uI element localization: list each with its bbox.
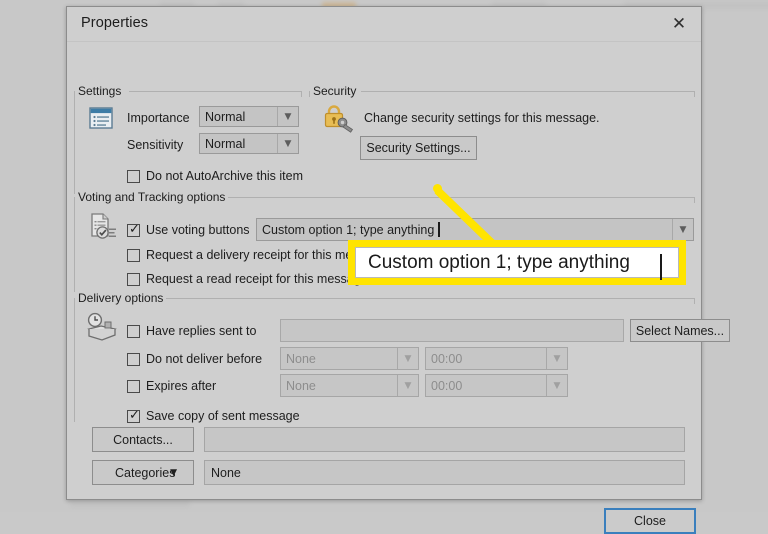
importance-select[interactable]: Normal ▼	[199, 106, 299, 127]
have-replies-sent-to-checkbox[interactable]	[127, 325, 140, 338]
chevron-down-icon: ▼	[397, 348, 418, 369]
do-not-deliver-before-checkbox[interactable]	[127, 353, 140, 366]
security-group-label: Security	[310, 84, 360, 98]
importance-label: Importance	[127, 111, 190, 125]
check-icon: ✓	[129, 222, 140, 237]
sensitivity-select[interactable]: Normal ▼	[199, 133, 299, 154]
delivery-group-rule	[163, 298, 694, 299]
save-copy-checkbox[interactable]: ✓	[127, 408, 140, 423]
save-copy-label: Save copy of sent message	[146, 409, 300, 423]
sensitivity-label: Sensitivity	[127, 138, 184, 152]
autoarchive-label: Do not AutoArchive this item	[146, 169, 304, 183]
categories-label: Categories	[115, 465, 176, 480]
contacts-label: Contacts...	[113, 432, 173, 447]
sensitivity-value: Normal	[205, 136, 246, 151]
annotation-text-cursor	[660, 254, 662, 280]
do-not-deliver-before-date[interactable]: None ▼	[280, 347, 419, 370]
lock-key-icon	[322, 103, 356, 140]
voting-group-rule	[223, 197, 694, 198]
voting-group-tick	[74, 197, 75, 292]
contacts-button[interactable]: Contacts...	[92, 427, 194, 452]
voting-buttons-value: Custom option 1; type anything	[262, 222, 435, 237]
do-not-deliver-before-time[interactable]: 00:00 ▼	[425, 347, 568, 370]
security-settings-button[interactable]: Security Settings...	[360, 136, 477, 160]
have-replies-sent-to-label: Have replies sent to	[146, 324, 257, 338]
security-description: Change security settings for this messag…	[364, 111, 600, 125]
select-names-label: Select Names...	[635, 323, 725, 338]
annotation-callout: Custom option 1; type anything	[348, 240, 686, 285]
screenshot-root: Properties ✕ Settings Importance Normal …	[0, 0, 768, 534]
annotation-callout-inner: Custom option 1; type anything	[355, 247, 679, 280]
chevron-down-icon: ▼	[277, 107, 298, 126]
expires-after-date-value: None	[286, 378, 316, 393]
bg-smudge	[70, 500, 190, 507]
expires-after-date[interactable]: None ▼	[280, 374, 419, 397]
annotation-anchor-dot	[433, 184, 442, 193]
do-not-deliver-before-time-value: 00:00	[431, 351, 463, 366]
security-settings-label: Security Settings...	[366, 141, 471, 155]
page-title: Properties	[81, 15, 149, 31]
voting-group-label: Voting and Tracking options	[75, 190, 229, 204]
voting-group-tick	[694, 197, 695, 203]
categories-value: None	[211, 465, 241, 480]
delivery-group-label: Delivery options	[75, 291, 167, 305]
do-not-deliver-before-date-value: None	[286, 351, 316, 366]
use-voting-buttons-checkbox[interactable]: ✓	[127, 222, 140, 237]
dialog-titlebar: Properties ✕	[67, 7, 701, 42]
have-replies-sent-to-field[interactable]	[280, 319, 624, 342]
delivery-group-tick	[694, 298, 695, 304]
properties-list-icon	[88, 105, 114, 136]
close-icon[interactable]: ✕	[667, 13, 691, 35]
read-receipt-checkbox[interactable]	[127, 273, 140, 286]
categories-button[interactable]: Categories ▼	[92, 460, 194, 485]
importance-value: Normal	[205, 109, 246, 124]
read-receipt-label: Request a read receipt for this message	[146, 272, 368, 286]
delivery-receipt-checkbox[interactable]	[127, 249, 140, 262]
clock-envelope-icon	[85, 312, 119, 349]
chevron-down-icon: ▼	[546, 348, 567, 369]
expires-after-label: Expires after	[146, 379, 217, 393]
categories-field[interactable]: None	[204, 460, 685, 485]
chevron-down-icon: ▼	[546, 375, 567, 396]
settings-group-label: Settings	[75, 84, 125, 98]
autoarchive-checkbox[interactable]	[127, 170, 140, 183]
check-icon: ✓	[129, 408, 140, 423]
expires-after-time-value: 00:00	[431, 378, 463, 393]
text-cursor	[438, 222, 440, 237]
select-names-button[interactable]: Select Names...	[630, 319, 730, 342]
expires-after-time[interactable]: 00:00 ▼	[425, 374, 568, 397]
use-voting-buttons-label: Use voting buttons	[146, 223, 250, 237]
chevron-down-icon: ▼	[170, 467, 177, 478]
settings-group-tick	[74, 91, 75, 194]
security-group-tick	[694, 91, 695, 97]
delivery-group-tick	[74, 298, 75, 422]
expires-after-checkbox[interactable]	[127, 380, 140, 393]
chevron-down-icon: ▼	[672, 219, 693, 240]
chevron-down-icon: ▼	[397, 375, 418, 396]
chevron-down-icon: ▼	[277, 134, 298, 153]
do-not-deliver-before-label: Do not deliver before	[146, 352, 263, 366]
contacts-field[interactable]	[204, 427, 685, 452]
annotation-callout-text: Custom option 1; type anything	[368, 251, 630, 273]
settings-group-rule	[129, 91, 301, 92]
voting-document-icon	[88, 212, 118, 247]
close-button-label: Close	[634, 514, 666, 528]
security-group-rule	[361, 91, 694, 92]
settings-group-tick	[301, 91, 302, 97]
